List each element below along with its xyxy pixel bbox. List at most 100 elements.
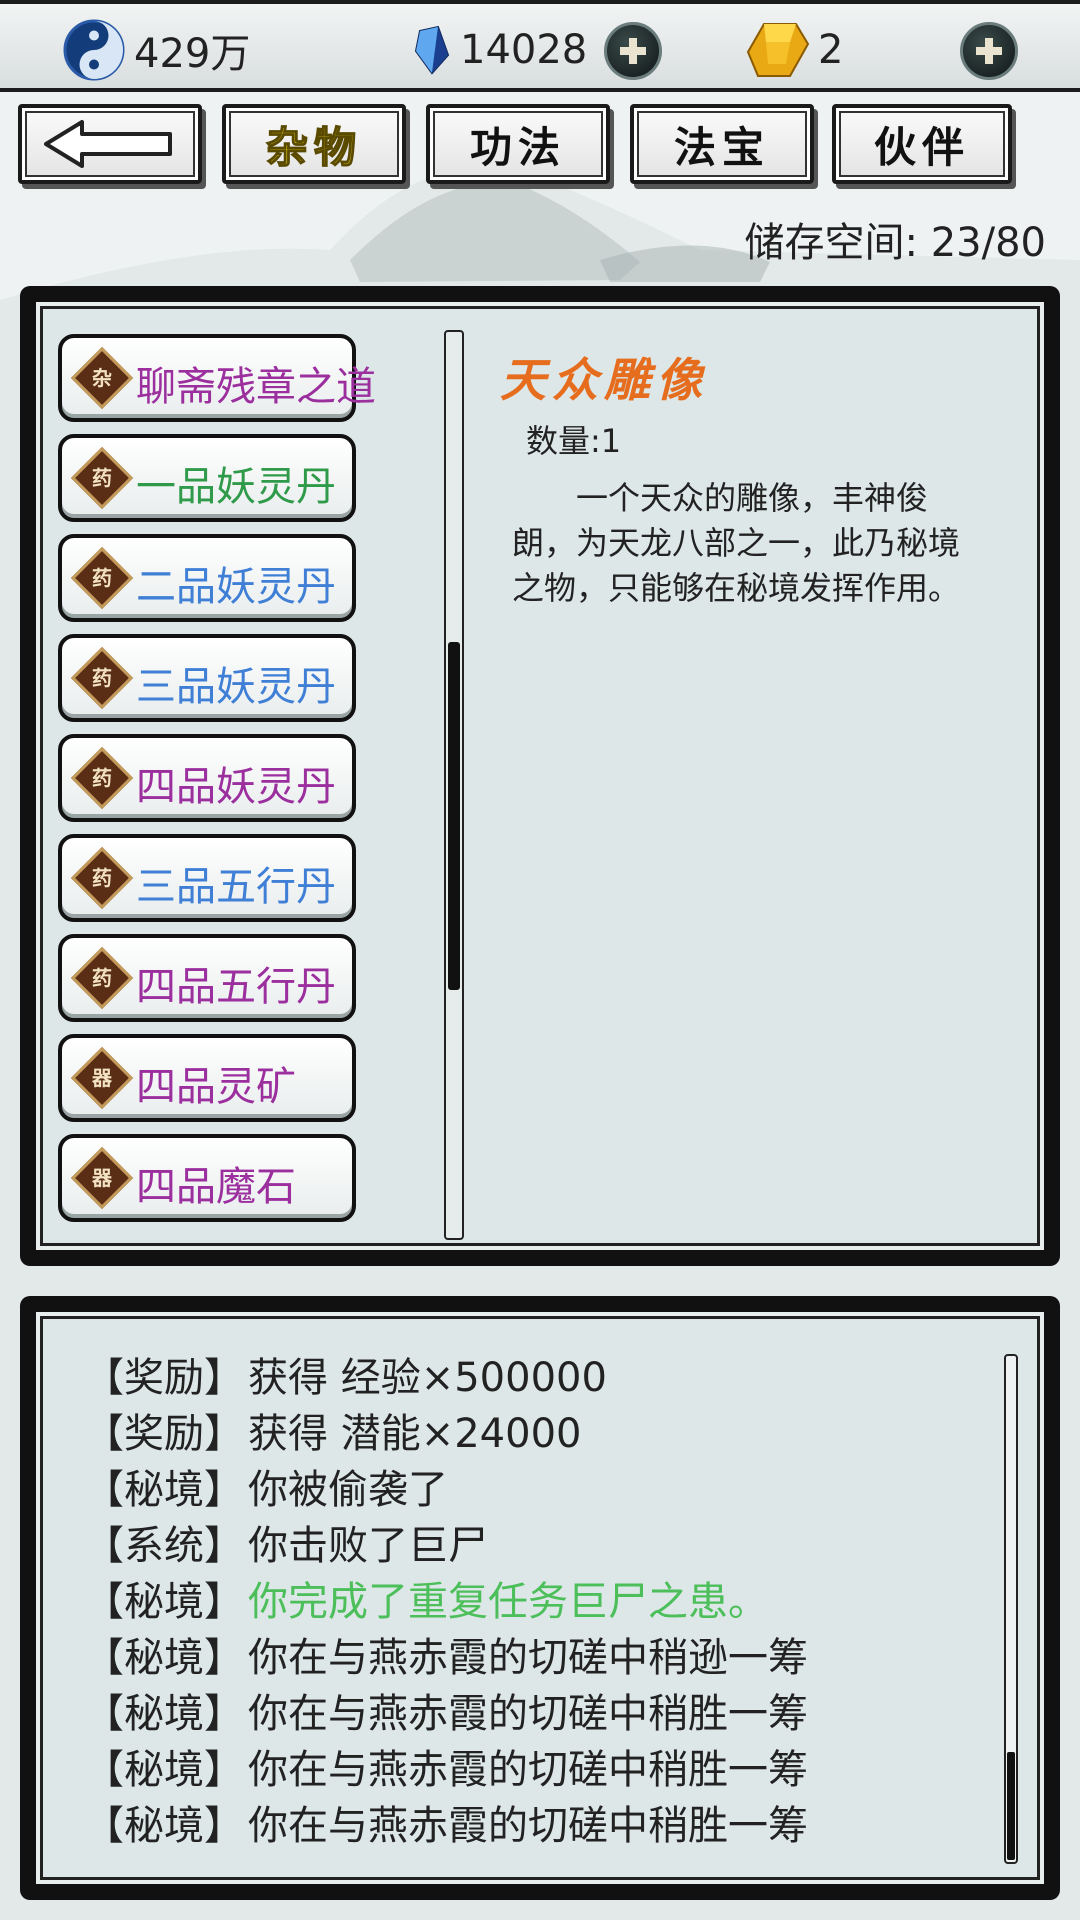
inventory-item[interactable]: 器四品魔石: [58, 1134, 356, 1222]
item-name: 聊斋残章之道: [136, 364, 376, 410]
log-line: 【秘境】 你在与燕赤霞的切磋中稍胜一筹: [84, 1798, 808, 1854]
item-category-label: 药: [92, 866, 112, 890]
log-line-text: 你在与燕赤霞的切磋中稍胜一筹: [248, 1747, 808, 1793]
message-log-scrollbar[interactable]: [1004, 1354, 1018, 1864]
log-line-tag: 【奖励】: [84, 1355, 244, 1401]
item-name: 三品五行丹: [136, 864, 336, 910]
tab-skills-label: 功法: [469, 122, 566, 172]
log-line-tag: 【秘境】: [84, 1467, 244, 1513]
item-category-label: 药: [92, 566, 112, 590]
inventory-item[interactable]: 药四品五行丹: [58, 934, 356, 1022]
item-name: 四品妖灵丹: [136, 764, 336, 810]
tab-misc-label: 杂物: [265, 122, 362, 173]
item-name: 四品五行丹: [136, 964, 336, 1010]
silver-value: 429万: [134, 31, 251, 77]
message-log-inner: 【奖励】 获得 经验×500000 【奖励】 获得 潜能×24000 【秘境】 你被偷袭了…: [36, 1312, 1044, 1884]
item-category-label: 器: [92, 1166, 112, 1190]
spirit-stone-value: 14028: [460, 27, 588, 73]
tab-treasures[interactable]: 法宝: [630, 104, 814, 184]
log-line-tag: 【秘境】: [84, 1691, 244, 1737]
back-button[interactable]: [18, 104, 202, 184]
log-line-text: 你击败了巨尸: [248, 1523, 488, 1569]
plus-icon: [620, 38, 646, 64]
log-line: 【秘境】 你在与燕赤霞的切磋中稍胜一筹: [84, 1742, 808, 1798]
item-list-scroll-thumb[interactable]: [448, 642, 460, 990]
message-log-panel: 【奖励】 获得 经验×500000 【奖励】 获得 潜能×24000 【秘境】 你被偷袭了…: [20, 1296, 1060, 1900]
item-category-label: 器: [92, 1066, 112, 1090]
log-line-text: 获得 经验×500000: [248, 1355, 607, 1401]
item-category-badge-icon: 药: [70, 646, 134, 710]
inventory-item[interactable]: 药二品妖灵丹: [58, 534, 356, 622]
item-detail-title: 天众雕像: [500, 353, 708, 407]
item-name: 二品妖灵丹: [136, 564, 336, 610]
inventory-item[interactable]: 器四品灵矿: [58, 1034, 356, 1122]
log-line: 【秘境】 你在与燕赤霞的切磋中稍胜一筹: [84, 1686, 808, 1742]
item-name: 三品妖灵丹: [136, 664, 336, 710]
inventory-panel-inner: 杂聊斋残章之道药一品妖灵丹药二品妖灵丹药三品妖灵丹药四品妖灵丹药三品五行丹药四品…: [36, 302, 1044, 1250]
plus-icon: [976, 38, 1002, 64]
item-category-badge-icon: 杂: [70, 346, 134, 410]
tab-misc[interactable]: 杂物: [222, 104, 406, 184]
log-line-tag: 【秘境】: [84, 1747, 244, 1793]
item-category-badge-icon: 药: [70, 546, 134, 610]
item-list[interactable]: 杂聊斋残章之道药一品妖灵丹药二品妖灵丹药三品妖灵丹药四品妖灵丹药三品五行丹药四品…: [58, 334, 376, 1234]
item-name: 四品魔石: [136, 1164, 296, 1210]
add-spirit-stone-button[interactable]: [604, 22, 662, 80]
inventory-item[interactable]: 药三品五行丹: [58, 834, 356, 922]
item-category-badge-icon: 药: [70, 846, 134, 910]
log-line-tag: 【秘境】: [84, 1635, 244, 1681]
inventory-item[interactable]: 药一品妖灵丹: [58, 434, 356, 522]
item-name: 四品灵矿: [136, 1064, 296, 1110]
log-line-text: 你在与燕赤霞的切磋中稍逊一筹: [248, 1635, 808, 1681]
item-category-label: 药: [92, 766, 112, 790]
log-line: 【秘境】 你被偷袭了: [84, 1462, 808, 1518]
inventory-item[interactable]: 药三品妖灵丹: [58, 634, 356, 722]
resource-bar: 429万 14028 2: [0, 0, 1080, 92]
item-category-label: 药: [92, 466, 112, 490]
log-line: 【奖励】 获得 经验×500000: [84, 1350, 808, 1406]
item-detail-description: 一个天众的雕像，丰神俊朗，为天龙八部之一，此乃秘境之物，只能够在秘境发挥作用。: [512, 479, 961, 607]
inventory-item[interactable]: 杂聊斋残章之道: [58, 334, 376, 422]
log-line: 【系统】 你击败了巨尸: [84, 1518, 808, 1574]
tab-companions[interactable]: 伙伴: [832, 104, 1012, 184]
log-line: 【秘境】 你完成了重复任务巨尸之患。: [84, 1574, 808, 1630]
log-line: 【奖励】 获得 潜能×24000: [84, 1406, 808, 1462]
blue-crystal-icon: [414, 25, 450, 75]
message-log-scroll-thumb[interactable]: [1007, 1752, 1015, 1860]
inventory-item[interactable]: 药四品妖灵丹: [58, 734, 356, 822]
storage-capacity: 储存空间: 23/80: [744, 220, 1046, 266]
item-detail-quantity: 数量:1: [526, 422, 622, 460]
log-line-tag: 【秘境】: [84, 1803, 244, 1849]
item-list-scrollbar[interactable]: [444, 330, 464, 1240]
gold-gem-resource: 2: [746, 4, 843, 96]
gold-gem-value: 2: [818, 27, 844, 73]
item-category-badge-icon: 药: [70, 746, 134, 810]
log-line-text: 获得 潜能×24000: [248, 1411, 582, 1457]
log-line-text: 你在与燕赤霞的切磋中稍胜一筹: [248, 1803, 808, 1849]
item-category-badge-icon: 药: [70, 446, 134, 510]
item-category-label: 药: [92, 966, 112, 990]
log-line: 【秘境】 你在与燕赤霞的切磋中稍逊一筹: [84, 1630, 808, 1686]
item-category-label: 药: [92, 666, 112, 690]
item-category-label: 杂: [92, 366, 112, 390]
log-line-tag: 【系统】: [84, 1523, 244, 1569]
inventory-panel: 杂聊斋残章之道药一品妖灵丹药二品妖灵丹药三品妖灵丹药四品妖灵丹药三品五行丹药四品…: [20, 286, 1060, 1266]
item-name: 一品妖灵丹: [136, 464, 336, 510]
log-line-tag: 【奖励】: [84, 1411, 244, 1457]
spirit-stone-resource: 14028: [412, 4, 587, 96]
yin-yang-icon: [63, 19, 125, 81]
gold-gem-icon: [746, 23, 810, 77]
item-category-badge-icon: 器: [70, 1146, 134, 1210]
message-log[interactable]: 【奖励】 获得 经验×500000 【奖励】 获得 潜能×24000 【秘境】 你被偷袭了…: [84, 1350, 808, 1854]
log-line-text: 你在与燕赤霞的切磋中稍胜一筹: [248, 1691, 808, 1737]
tab-companions-label: 伙伴: [873, 122, 970, 172]
log-line-text: 你完成了重复任务巨尸之患。: [248, 1579, 768, 1625]
tab-skills[interactable]: 功法: [426, 104, 610, 184]
item-category-badge-icon: 器: [70, 1046, 134, 1110]
tab-treasures-label: 法宝: [673, 122, 770, 172]
log-line-text: 你被偷袭了: [248, 1467, 448, 1513]
add-gold-gem-button[interactable]: [960, 22, 1018, 80]
item-category-badge-icon: 药: [70, 946, 134, 1010]
log-line-tag: 【秘境】: [84, 1579, 244, 1625]
silver-resource: 429万: [62, 4, 250, 96]
